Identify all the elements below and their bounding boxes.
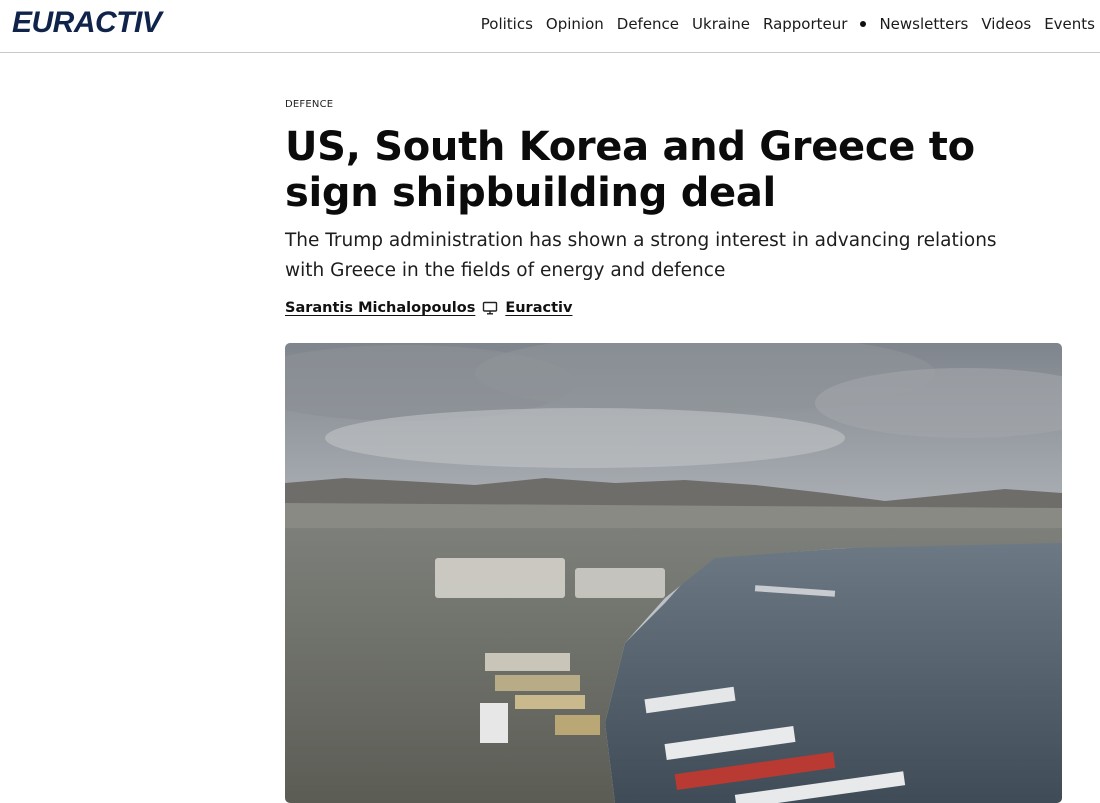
site-header: EURACTIV Politics Opinion Defence Ukrain… [0,0,1100,53]
main-nav: Politics Opinion Defence Ukraine Rapport… [481,13,1095,35]
article: DEFENCE US, South Korea and Greece to si… [285,98,1075,316]
aerial-shipyard-photo [285,343,1062,803]
nav-separator-dot [860,21,867,27]
nav-item-opinion[interactable]: Opinion [546,15,604,33]
nav-item-rapporteur[interactable]: Rapporteur [763,15,847,33]
nav-item-videos[interactable]: Videos [981,15,1031,33]
article-title: US, South Korea and Greece to sign shipb… [285,124,975,216]
publisher-link[interactable]: Euractiv [505,300,572,316]
author-link[interactable]: Sarantis Michalopoulos [285,300,475,316]
nav-item-politics[interactable]: Politics [481,15,533,33]
nav-item-events[interactable]: Events [1044,15,1095,33]
nav-item-newsletters[interactable]: Newsletters [879,15,968,33]
nav-item-defence[interactable]: Defence [617,15,679,33]
nav-item-ukraine[interactable]: Ukraine [692,15,750,33]
site-logo[interactable]: EURACTIV [12,6,162,40]
monitor-icon [482,301,498,315]
article-category[interactable]: DEFENCE [285,98,1075,112]
article-subtitle: The Trump administration has shown a str… [285,230,997,281]
byline: Sarantis Michalopoulos Euractiv [285,300,1075,316]
